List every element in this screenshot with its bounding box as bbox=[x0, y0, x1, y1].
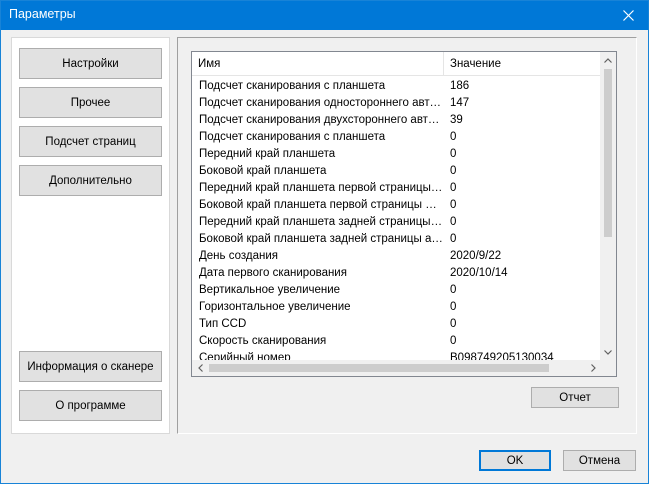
page-count-list[interactable]: Имя Значение Подсчет сканирования с план… bbox=[191, 51, 617, 377]
chevron-up-icon bbox=[604, 58, 612, 63]
row-name: Скорость сканирования bbox=[199, 335, 327, 347]
row-name: Подсчет сканирования с планшета bbox=[199, 80, 386, 92]
scrollbar-corner bbox=[600, 360, 616, 376]
table-row[interactable]: День создания 2020/9/22 bbox=[192, 248, 602, 265]
row-name: Горизонтальное увеличение bbox=[199, 301, 351, 313]
table-row[interactable]: Передний край планшета задней страницы а… bbox=[192, 214, 602, 231]
row-name: День создания bbox=[199, 250, 278, 262]
settings-button[interactable]: Настройки bbox=[19, 48, 162, 79]
row-value: 2020/9/22 bbox=[450, 250, 502, 262]
scroll-left-arrow[interactable] bbox=[192, 360, 209, 376]
vertical-scroll-thumb[interactable] bbox=[604, 69, 612, 237]
window-title: Параметры bbox=[9, 7, 76, 21]
table-row[interactable]: Подсчет сканирования с планшета 0 bbox=[192, 129, 602, 146]
table-row[interactable]: Горизонтальное увеличение 0 bbox=[192, 299, 602, 316]
table-row[interactable]: Боковой край планшета 0 bbox=[192, 163, 602, 180]
ok-button[interactable]: OK bbox=[479, 450, 551, 471]
row-name: Дата первого сканирования bbox=[199, 267, 347, 279]
other-button[interactable]: Прочее bbox=[19, 87, 162, 118]
row-name: Подсчет сканирования двухстороннего авто… bbox=[199, 114, 443, 126]
about-button[interactable]: О программе bbox=[19, 390, 162, 421]
row-name: Подсчет сканирования с планшета bbox=[199, 131, 386, 143]
row-value: 0 bbox=[450, 165, 457, 177]
table-row[interactable]: Дата первого сканирования 2020/10/14 bbox=[192, 265, 602, 282]
row-name: Тип CCD bbox=[199, 318, 247, 330]
table-row[interactable]: Подсчет сканирования одностороннего авто… bbox=[192, 95, 602, 112]
row-name: Подсчет сканирования одностороннего авто… bbox=[199, 97, 443, 109]
row-value: 0 bbox=[450, 233, 457, 245]
row-value: 0 bbox=[450, 216, 457, 228]
row-value: 0 bbox=[450, 301, 457, 313]
navigation-panel: Настройки Прочее Подсчет страниц Дополни… bbox=[11, 37, 170, 434]
row-value: 0 bbox=[450, 284, 457, 296]
table-row[interactable]: Подсчет сканирования с планшета 186 bbox=[192, 78, 602, 95]
row-value: 186 bbox=[450, 80, 470, 92]
column-header-value[interactable]: Значение bbox=[444, 52, 602, 76]
horizontal-scroll-thumb[interactable] bbox=[209, 364, 549, 372]
table-row[interactable]: Передний край планшета первой страницы а… bbox=[192, 180, 602, 197]
table-row[interactable]: Подсчет сканирования двухстороннего авто… bbox=[192, 112, 602, 129]
chevron-right-icon bbox=[591, 364, 596, 372]
table-row[interactable]: Передний край планшета 0 bbox=[192, 146, 602, 163]
close-icon bbox=[622, 10, 634, 21]
row-value: 2020/10/14 bbox=[450, 267, 508, 279]
row-value: 147 bbox=[450, 97, 470, 109]
report-button[interactable]: Отчет bbox=[531, 387, 619, 408]
row-name: Вертикальное увеличение bbox=[199, 284, 341, 296]
column-header-name[interactable]: Имя bbox=[192, 52, 444, 76]
row-name: Боковой край планшета первой страницы ав… bbox=[199, 199, 443, 211]
row-name: Передний край планшета задней страницы а… bbox=[199, 216, 443, 228]
list-header: Имя Значение bbox=[192, 52, 602, 76]
scroll-up-arrow[interactable] bbox=[600, 52, 616, 69]
scanner-info-button[interactable]: Информация о сканере bbox=[19, 351, 162, 382]
row-name: Боковой край планшета bbox=[199, 165, 327, 177]
table-row[interactable]: Боковой край планшета задней страницы ав… bbox=[192, 231, 602, 248]
chevron-left-icon bbox=[198, 364, 203, 372]
table-row[interactable]: Боковой край планшета первой страницы ав… bbox=[192, 197, 602, 214]
cancel-button[interactable]: Отмена bbox=[563, 450, 636, 471]
vertical-scrollbar[interactable] bbox=[600, 52, 616, 361]
row-value: 0 bbox=[450, 199, 457, 211]
row-value: 0 bbox=[450, 148, 457, 160]
scroll-down-arrow[interactable] bbox=[600, 344, 616, 361]
table-row[interactable]: Тип CCD 0 bbox=[192, 316, 602, 333]
chevron-down-icon bbox=[604, 350, 612, 355]
row-name: Боковой край планшета задней страницы ав… bbox=[199, 233, 443, 245]
advanced-button[interactable]: Дополнительно bbox=[19, 165, 162, 196]
list-rows: Подсчет сканирования с планшета 186 Подсче… bbox=[192, 78, 602, 361]
row-value: 0 bbox=[450, 131, 457, 143]
table-row[interactable]: Вертикальное увеличение 0 bbox=[192, 282, 602, 299]
row-value: 0 bbox=[450, 318, 457, 330]
row-name: Передний край планшета первой страницы а… bbox=[199, 182, 443, 194]
row-value: 0 bbox=[450, 335, 457, 347]
table-row[interactable]: Скорость сканирования 0 bbox=[192, 333, 602, 350]
close-button[interactable] bbox=[608, 1, 648, 30]
horizontal-scrollbar[interactable] bbox=[192, 360, 602, 376]
row-value: 39 bbox=[450, 114, 463, 126]
row-name: Передний край планшета bbox=[199, 148, 336, 160]
page-count-button[interactable]: Подсчет страниц bbox=[19, 126, 162, 157]
row-value: 0 bbox=[450, 182, 457, 194]
title-bar[interactable]: Параметры bbox=[1, 1, 648, 30]
